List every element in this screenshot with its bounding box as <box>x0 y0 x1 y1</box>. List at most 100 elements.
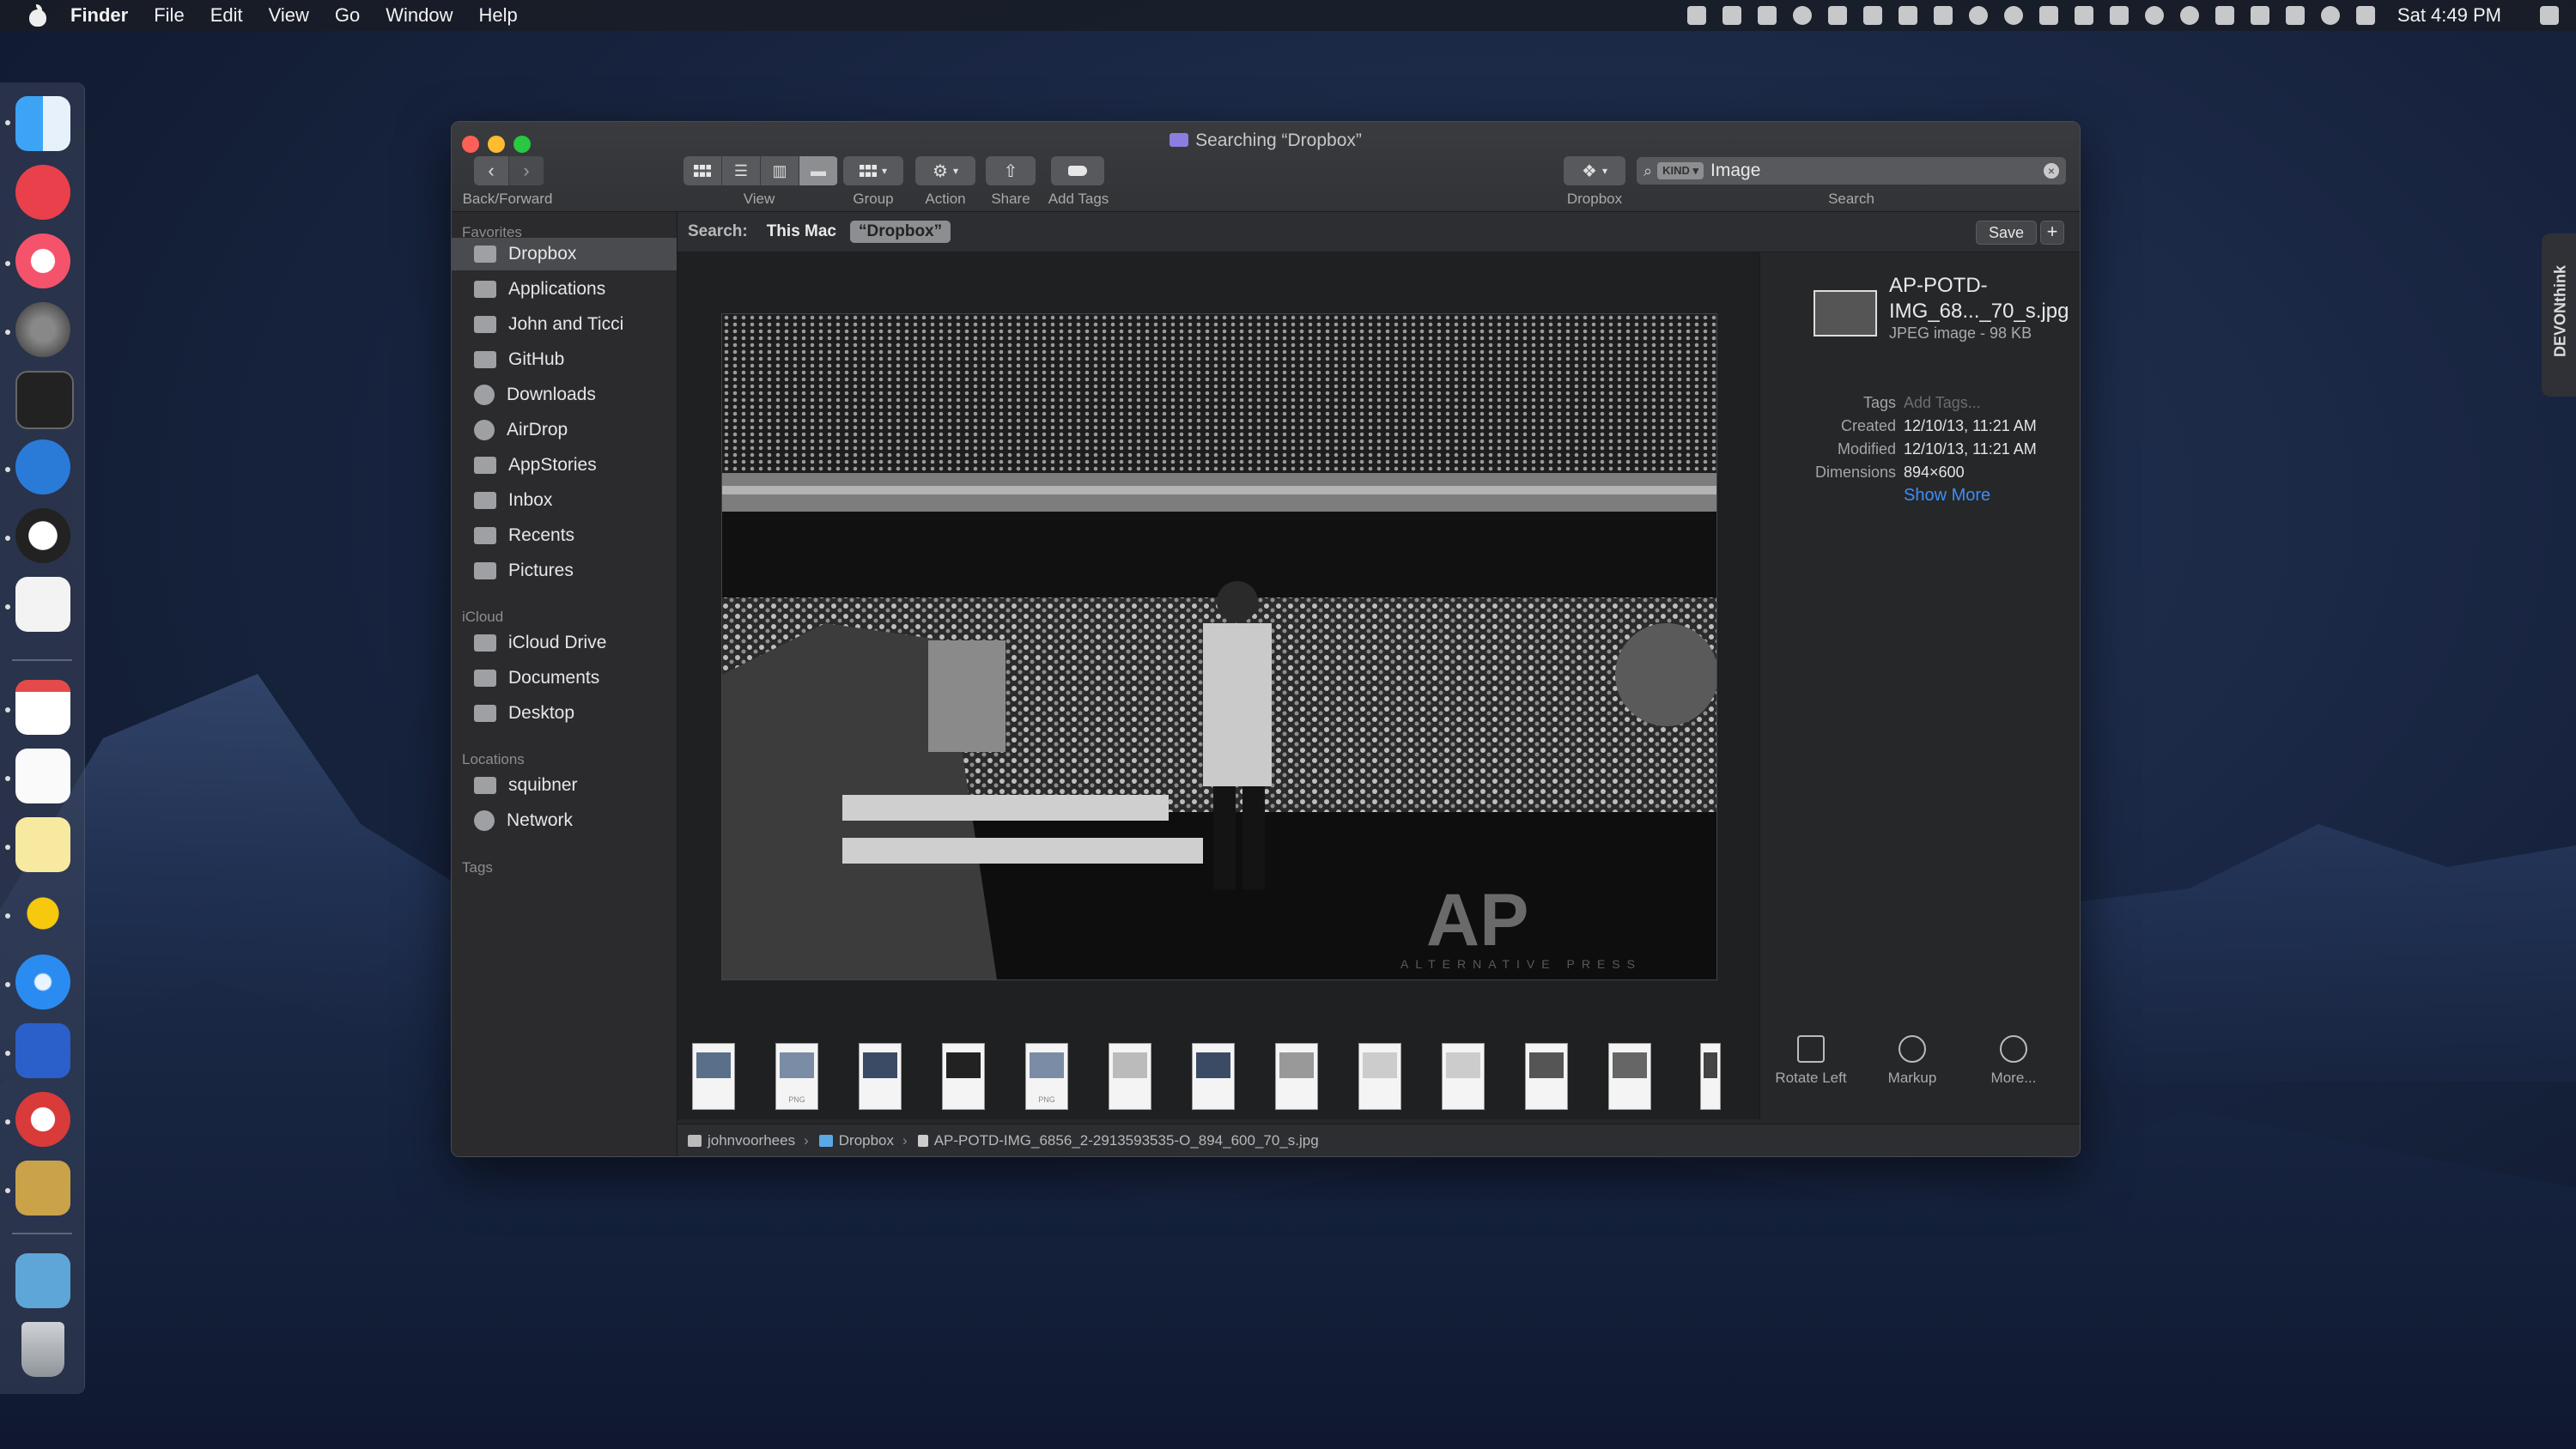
scope-this-mac[interactable]: This Mac <box>767 222 836 241</box>
gallery-thumbnail[interactable] <box>1275 1043 1318 1110</box>
sidebar-item-applications[interactable]: Applications <box>452 273 677 306</box>
add-tags-button[interactable] <box>1051 156 1104 185</box>
add-criteria-button[interactable]: + <box>2040 221 2064 245</box>
devonthink-sorter-tab[interactable]: DEVONthink <box>2542 233 2576 397</box>
add-tags-field[interactable]: Add Tags... <box>1904 394 1981 412</box>
path-home[interactable]: johnvoorhees <box>688 1132 795 1149</box>
kind-token[interactable]: KIND ▾ <box>1657 162 1704 179</box>
trash-icon[interactable] <box>21 1322 64 1377</box>
rotate-left-button[interactable]: Rotate Left <box>1764 1035 1858 1087</box>
download-icon[interactable] <box>2285 6 2305 25</box>
time-machine-icon[interactable] <box>2320 6 2340 25</box>
scan-app-icon[interactable] <box>15 1161 70 1216</box>
icon-view-button[interactable] <box>683 156 722 185</box>
rocket-icon[interactable] <box>1757 6 1777 25</box>
gallery-thumbnail[interactable] <box>1700 1043 1721 1110</box>
bluetooth-icon[interactable] <box>1898 6 1917 25</box>
battery-icon[interactable] <box>2038 6 2058 25</box>
action-button[interactable]: ⚙ ▾ <box>915 156 975 185</box>
sidebar-item-network[interactable]: Network <box>452 804 677 837</box>
siri-icon[interactable] <box>2144 6 2164 25</box>
finder-icon[interactable] <box>15 96 70 151</box>
gallery-view-button[interactable]: ▬ <box>799 156 838 185</box>
gallery-thumbnail[interactable] <box>692 1043 735 1110</box>
music-icon[interactable] <box>15 233 70 288</box>
system-preferences-icon[interactable] <box>15 302 70 357</box>
scope-dropbox[interactable]: “Dropbox” <box>850 221 951 243</box>
sidebar-item-downloads[interactable]: Downloads <box>452 379 677 411</box>
gallery-thumbnail[interactable]: PNG <box>775 1043 818 1110</box>
sidebar-item-icloud-drive[interactable]: iCloud Drive <box>452 627 677 659</box>
menu-view[interactable]: View <box>269 4 309 27</box>
omnifocus-icon[interactable] <box>15 1023 70 1078</box>
activity-monitor-icon[interactable] <box>15 371 74 429</box>
sidebar-item-documents[interactable]: Documents <box>452 662 677 694</box>
markup-button[interactable]: Markup <box>1865 1035 1959 1087</box>
share-button[interactable]: ⇧ <box>986 156 1036 185</box>
menu-help[interactable]: Help <box>479 4 518 27</box>
notification-center-icon[interactable] <box>2540 6 2559 25</box>
gallery-thumbnail[interactable] <box>1358 1043 1401 1110</box>
notes-icon[interactable] <box>15 817 70 872</box>
one-password-icon[interactable] <box>15 508 70 563</box>
calendar-icon[interactable] <box>15 680 70 735</box>
tweetbot-icon[interactable] <box>15 440 70 494</box>
sidebar-item-squibner[interactable]: squibner <box>452 769 677 802</box>
gallery-thumbnail[interactable] <box>1109 1043 1151 1110</box>
wifi-icon[interactable] <box>1862 6 1882 25</box>
menubar-clock[interactable]: Sat 4:49 PM <box>2397 4 2501 27</box>
sidebar-item-pictures[interactable]: Pictures <box>452 555 677 587</box>
gallery-thumbnail[interactable] <box>859 1043 902 1110</box>
date-menu-icon[interactable] <box>2355 6 2375 25</box>
path-file[interactable]: AP-POTD-IMG_6856_2-2913593535-O_894_600_… <box>917 1132 1319 1149</box>
concert-photo[interactable]: AP ALTERNATIVE PRESS <box>721 313 1717 980</box>
downloads-stack-icon[interactable] <box>15 1253 70 1308</box>
bear-icon[interactable] <box>15 1092 70 1147</box>
forward-button[interactable]: › <box>509 156 544 185</box>
column-view-button[interactable]: ▥ <box>761 156 799 185</box>
sidebar-item-inbox[interactable]: Inbox <box>452 484 677 517</box>
menu-file[interactable]: File <box>154 4 184 27</box>
news-icon[interactable] <box>15 165 70 220</box>
more-button[interactable]: More... <box>1966 1035 2061 1087</box>
menu-go[interactable]: Go <box>335 4 360 27</box>
sidebar-item-github[interactable]: GitHub <box>452 343 677 376</box>
gallery-thumbnail[interactable] <box>1525 1043 1568 1110</box>
gallery-thumbnail[interactable]: PNG <box>1025 1043 1068 1110</box>
group-button[interactable]: ▾ <box>843 156 903 185</box>
bartender-icon[interactable] <box>1722 6 1741 25</box>
cloud-icon[interactable] <box>2179 6 2199 25</box>
gallery-thumbnail[interactable] <box>942 1043 985 1110</box>
tes-butterfly-icon[interactable] <box>15 886 70 941</box>
spotlight-search-icon[interactable] <box>1792 6 1812 25</box>
menu-window[interactable]: Window <box>386 4 453 27</box>
gallery-thumbnail[interactable] <box>1192 1043 1235 1110</box>
sidebar-item-airdrop[interactable]: AirDrop <box>452 414 677 446</box>
drop-icon[interactable] <box>1968 6 1988 25</box>
save-search-button[interactable]: Save <box>1975 221 2037 245</box>
dropbox-button[interactable]: ❖ ▾ <box>1564 156 1625 185</box>
back-button[interactable]: ‹ <box>474 156 509 185</box>
clipboard-icon[interactable] <box>2250 6 2269 25</box>
menu-app-finder[interactable]: Finder <box>70 4 128 27</box>
menu-edit[interactable]: Edit <box>210 4 243 27</box>
volume-icon[interactable] <box>1686 6 1706 25</box>
path-dropbox[interactable]: Dropbox <box>818 1132 894 1149</box>
clear-search-icon[interactable]: × <box>2044 163 2059 179</box>
sidebar-item-recents[interactable]: Recents <box>452 519 677 552</box>
gallery-thumbnail[interactable] <box>1608 1043 1651 1110</box>
show-more-link[interactable]: Show More <box>1904 486 1990 506</box>
bolt-icon[interactable] <box>2109 6 2129 25</box>
gallery-thumbnail[interactable] <box>1442 1043 1485 1110</box>
dropbox-menu-icon[interactable] <box>2074 6 2093 25</box>
sidebar-item-john-and-ticci[interactable]: John and Ticci <box>452 308 677 341</box>
search-field[interactable]: ⌕ KIND ▾ Image × <box>1637 157 2066 185</box>
list-view-button[interactable]: ☰ <box>722 156 761 185</box>
one-password-mini-icon[interactable] <box>2003 6 2023 25</box>
prompt-icon[interactable] <box>1933 6 1953 25</box>
sidebar-item-dropbox[interactable]: Dropbox <box>452 238 677 270</box>
calendar-menu-icon[interactable] <box>2215 6 2234 25</box>
ia-writer-icon[interactable] <box>15 749 70 803</box>
sidebar-item-appstories[interactable]: AppStories <box>452 449 677 482</box>
sidebar-item-desktop[interactable]: Desktop <box>452 697 677 730</box>
